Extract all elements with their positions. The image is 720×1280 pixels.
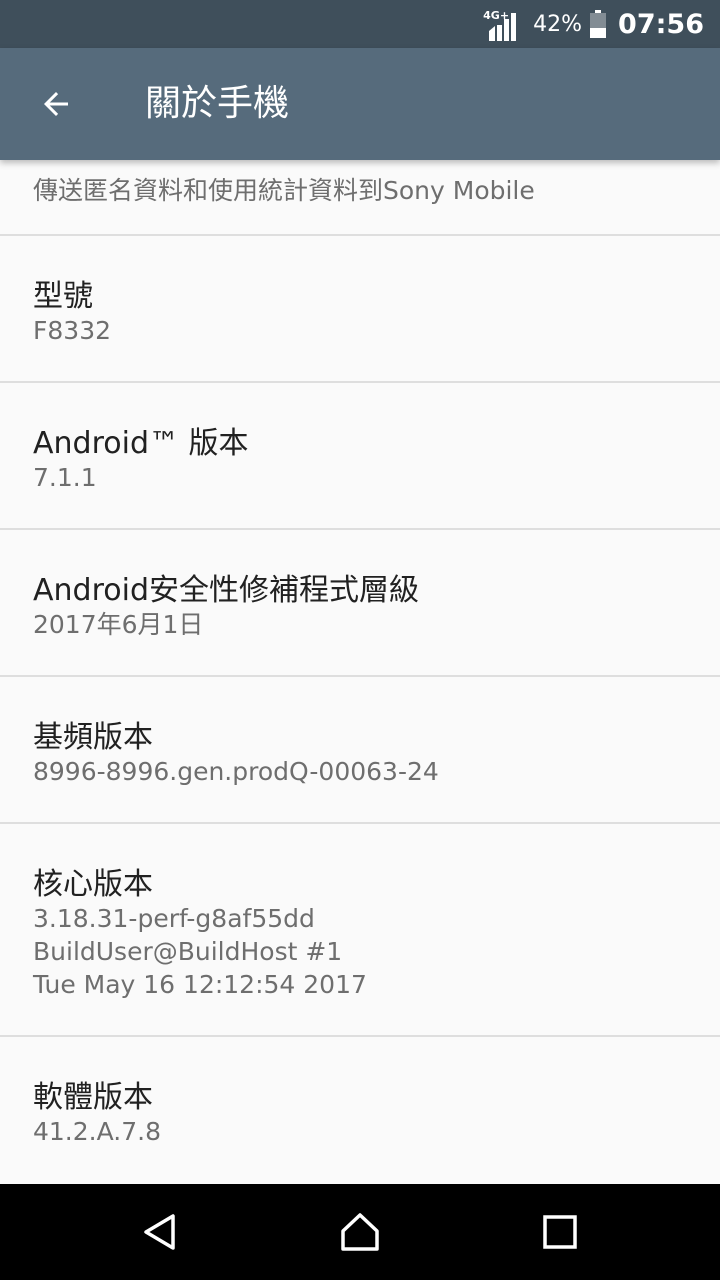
- item-summary: 2017年6月1日: [33, 610, 204, 639]
- clock: 07:56: [618, 8, 704, 40]
- list-item-security-patch[interactable]: Android安全性修補程式層級 2017年6月1日: [0, 530, 720, 677]
- status-bar: 4G+ 42% 07:56: [0, 0, 720, 48]
- settings-list[interactable]: 傳送匿名資料和使用統計資料到Sony Mobile 型號 F8332 Andro…: [0, 160, 720, 1184]
- battery-icon: [590, 10, 607, 38]
- item-title: 基頻版本: [33, 720, 153, 755]
- item-title: 核心版本: [33, 867, 153, 902]
- nav-home-button[interactable]: [324, 1200, 396, 1264]
- item-summary: 8996-8996.gen.prodQ-00063-24: [33, 757, 439, 786]
- battery-percent: 42%: [533, 11, 583, 37]
- navigation-bar: [0, 1184, 720, 1280]
- item-summary: 傳送匿名資料和使用統計資料到Sony Mobile: [33, 176, 535, 205]
- arrow-left-icon: [44, 92, 68, 116]
- list-item-usage-stats[interactable]: 傳送匿名資料和使用統計資料到Sony Mobile: [0, 160, 720, 236]
- status-icons: 4G+ 42% 07:56: [483, 0, 704, 48]
- list-item-kernel[interactable]: 核心版本 3.18.31-perf-g8af55dd BuildUser@Bui…: [0, 824, 720, 1037]
- nav-recents-button[interactable]: [524, 1200, 596, 1264]
- item-summary: 3.18.31-perf-g8af55dd BuildUser@BuildHos…: [33, 904, 367, 999]
- nav-back-button[interactable]: [124, 1200, 196, 1264]
- list-item-software-version[interactable]: 軟體版本 41.2.A.7.8: [0, 1037, 720, 1184]
- back-triangle-icon: [144, 1214, 175, 1250]
- item-title: 軟體版本: [33, 1080, 153, 1115]
- item-summary: F8332: [33, 316, 112, 345]
- list-item-model[interactable]: 型號 F8332: [0, 236, 720, 383]
- back-button[interactable]: [24, 76, 88, 132]
- list-item-android-version[interactable]: Android™ 版本 7.1.1: [0, 383, 720, 530]
- list-item-baseband[interactable]: 基頻版本 8996-8996.gen.prodQ-00063-24: [0, 677, 720, 824]
- home-icon: [341, 1213, 379, 1251]
- item-title: Android™ 版本: [33, 426, 249, 461]
- item-title: 型號: [33, 279, 93, 314]
- item-summary: 7.1.1: [33, 463, 97, 492]
- signal-icon: 4G+: [483, 7, 521, 41]
- item-title: Android安全性修補程式層級: [33, 573, 419, 608]
- page-title: 關於手機: [145, 83, 290, 124]
- battery-fill: [590, 27, 607, 38]
- app-bar: 關於手機: [0, 48, 720, 160]
- item-summary: 41.2.A.7.8: [33, 1117, 161, 1146]
- recents-icon: [543, 1215, 577, 1249]
